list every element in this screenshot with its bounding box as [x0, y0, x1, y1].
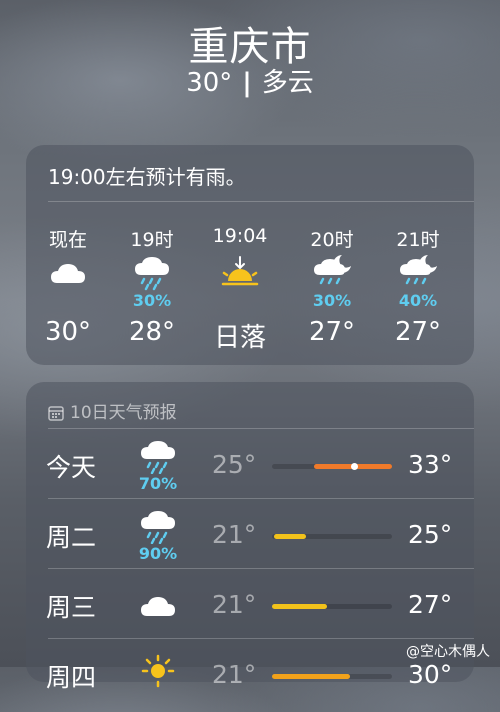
sun-icon — [141, 654, 175, 688]
hour-label: 21时 — [396, 229, 440, 251]
moon-rain-cloud-icon — [400, 255, 437, 285]
hour-temp: 30° — [44, 317, 92, 347]
low-temp: 21° — [212, 520, 257, 549]
day-label: 周四 — [46, 663, 97, 692]
precip-chance: 70% — [138, 474, 178, 493]
temp-range-track — [272, 604, 392, 609]
day-label: 今天 — [46, 453, 97, 482]
divider — [48, 428, 474, 429]
forecast-row-wednesday[interactable]: 周三 21° 27° — [26, 572, 474, 642]
sunset-label: 日落 — [213, 323, 266, 353]
temp-range-bar — [274, 534, 306, 539]
rain-cloud-icon — [141, 511, 175, 544]
precip-chance: 90% — [138, 544, 178, 563]
cloud-icon — [51, 264, 85, 283]
high-temp: 30° — [408, 660, 453, 689]
sunset-icon — [221, 256, 259, 286]
temp-range-track — [272, 674, 392, 679]
low-temp: 21° — [212, 590, 257, 619]
ten-day-forecast-card[interactable]: 10日天气预报 今天 70% 25° 33° 周二 90% 21° 25° 周三… — [26, 382, 474, 692]
hour-temp: 28° — [128, 317, 176, 347]
precip-chance: 40% — [398, 291, 438, 310]
temp-range-bar — [272, 674, 350, 679]
temp-range-bar — [272, 604, 328, 609]
high-temp: 25° — [408, 520, 453, 549]
divider — [48, 638, 474, 639]
rain-cloud-icon — [141, 441, 175, 474]
day-label: 周三 — [46, 593, 97, 622]
separator: | — [242, 68, 252, 98]
current-conditions: 30° | 多云 — [0, 62, 500, 99]
low-temp: 25° — [212, 450, 257, 479]
forecast-title: 10日天气预报 — [48, 398, 177, 423]
divider — [48, 201, 474, 202]
current-condition: 多云 — [261, 68, 314, 98]
rain-alert: 19:00左右预计有雨。 — [48, 165, 246, 189]
precip-chance: 30% — [312, 291, 352, 310]
hour-label: 19:04 — [212, 225, 268, 247]
forecast-row-tuesday[interactable]: 周二 90% 21° 25° — [26, 502, 474, 572]
hourly-forecast-card[interactable]: 19:00左右预计有雨。 现在 30° 19时 30% 28° 19:04 日落… — [26, 145, 474, 365]
forecast-title-label: 10日天气预报 — [70, 403, 177, 423]
forecast-row-today[interactable]: 今天 70% 25° 33° — [26, 432, 474, 502]
divider — [48, 498, 474, 499]
temp-range-track — [272, 534, 392, 539]
high-temp: 33° — [408, 450, 453, 479]
hour-temp: 27° — [394, 317, 442, 347]
precip-chance: 30% — [132, 291, 172, 310]
current-temp: 30° — [186, 68, 233, 98]
low-temp: 21° — [212, 660, 257, 689]
hour-label: 19时 — [130, 229, 174, 251]
divider — [48, 568, 474, 569]
hour-label: 20时 — [310, 229, 354, 251]
calendar-icon — [48, 406, 64, 421]
current-temp-dot — [350, 463, 358, 470]
temp-range-track — [272, 463, 392, 470]
moon-rain-cloud-icon — [314, 255, 351, 285]
hour-label: 现在 — [48, 229, 87, 251]
cloud-icon — [141, 597, 175, 616]
hour-temp: 27° — [308, 317, 356, 347]
high-temp: 27° — [408, 590, 453, 619]
day-label: 周二 — [46, 523, 97, 552]
rain-cloud-icon — [135, 257, 169, 291]
watermark: @空心木偶人 — [406, 644, 490, 660]
